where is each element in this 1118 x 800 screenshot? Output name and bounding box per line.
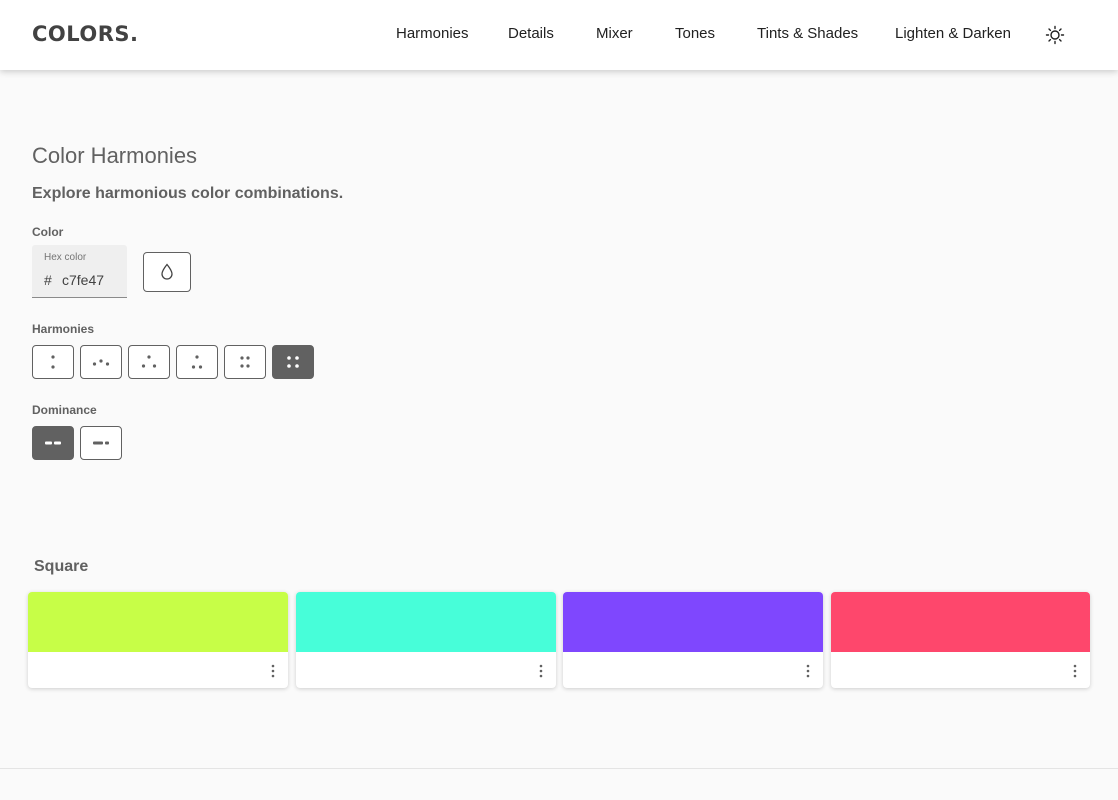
swatch-color[interactable] (831, 592, 1090, 652)
harmony-complementary-button[interactable] (32, 345, 74, 379)
color-picker-button[interactable] (143, 252, 191, 292)
harmony-analogous-button[interactable] (80, 345, 122, 379)
main-nav: Harmonies Details Mixer Tones Tints & Sh… (0, 0, 1118, 70)
analogous-icon (92, 359, 110, 366)
swatch-card[interactable] (831, 592, 1090, 688)
page-subtitle: Explore harmonious color combinations. (32, 185, 344, 202)
more-vertical-icon (806, 664, 810, 678)
harmony-rectangle-button[interactable] (224, 345, 266, 379)
nav-details[interactable]: Details (508, 25, 554, 42)
app-header: COLORS. Harmonies Details Mixer Tones Ti… (0, 0, 1118, 70)
more-vertical-icon (539, 664, 543, 678)
more-vertical-icon (271, 664, 275, 678)
swatch-card[interactable] (296, 592, 556, 688)
theme-toggle-button[interactable] (1044, 24, 1066, 46)
nav-harmonies[interactable]: Harmonies (396, 25, 469, 42)
harmonies-label: Harmonies (32, 322, 95, 336)
footer-divider (0, 768, 1118, 769)
harmony-result-title: Square (34, 558, 89, 575)
swatch-card[interactable] (563, 592, 823, 688)
hex-color-field[interactable]: Hex color # (32, 245, 127, 298)
swatch-color[interactable] (28, 592, 288, 652)
dominance-equal-button[interactable] (32, 426, 74, 460)
hex-color-input[interactable] (62, 269, 122, 291)
swatch-menu-button[interactable] (266, 662, 280, 680)
more-vertical-icon (1073, 664, 1077, 678)
nav-lighten-darken[interactable]: Lighten & Darken (895, 25, 1011, 42)
split-complementary-icon (191, 355, 203, 369)
page-title: Color Harmonies (32, 143, 198, 168)
hex-prefix: # (44, 272, 52, 288)
nav-mixer[interactable]: Mixer (596, 25, 633, 42)
harmony-square-button[interactable] (272, 345, 314, 379)
harmony-triadic-button[interactable] (128, 345, 170, 379)
swatch-menu-button[interactable] (534, 662, 548, 680)
hex-field-label: Hex color (44, 252, 87, 263)
complementary-icon (51, 355, 55, 369)
dominant-icon (93, 441, 109, 445)
square-icon (287, 356, 299, 368)
nav-tones[interactable]: Tones (675, 25, 715, 42)
harmony-split-complementary-button[interactable] (176, 345, 218, 379)
color-label: Color (32, 225, 64, 239)
swatch-color[interactable] (296, 592, 556, 652)
nav-tints-shades[interactable]: Tints & Shades (757, 25, 858, 42)
swatch-card[interactable] (28, 592, 288, 688)
dominance-dominant-button[interactable] (80, 426, 122, 460)
sun-icon (1045, 25, 1065, 45)
swatch-color[interactable] (563, 592, 823, 652)
equal-dominance-icon (45, 441, 61, 445)
swatch-menu-button[interactable] (801, 662, 815, 680)
droplet-icon (161, 263, 173, 280)
dominance-label: Dominance (32, 403, 97, 417)
swatch-menu-button[interactable] (1068, 662, 1082, 680)
rectangle-icon (240, 356, 250, 368)
triadic-icon (141, 355, 157, 368)
